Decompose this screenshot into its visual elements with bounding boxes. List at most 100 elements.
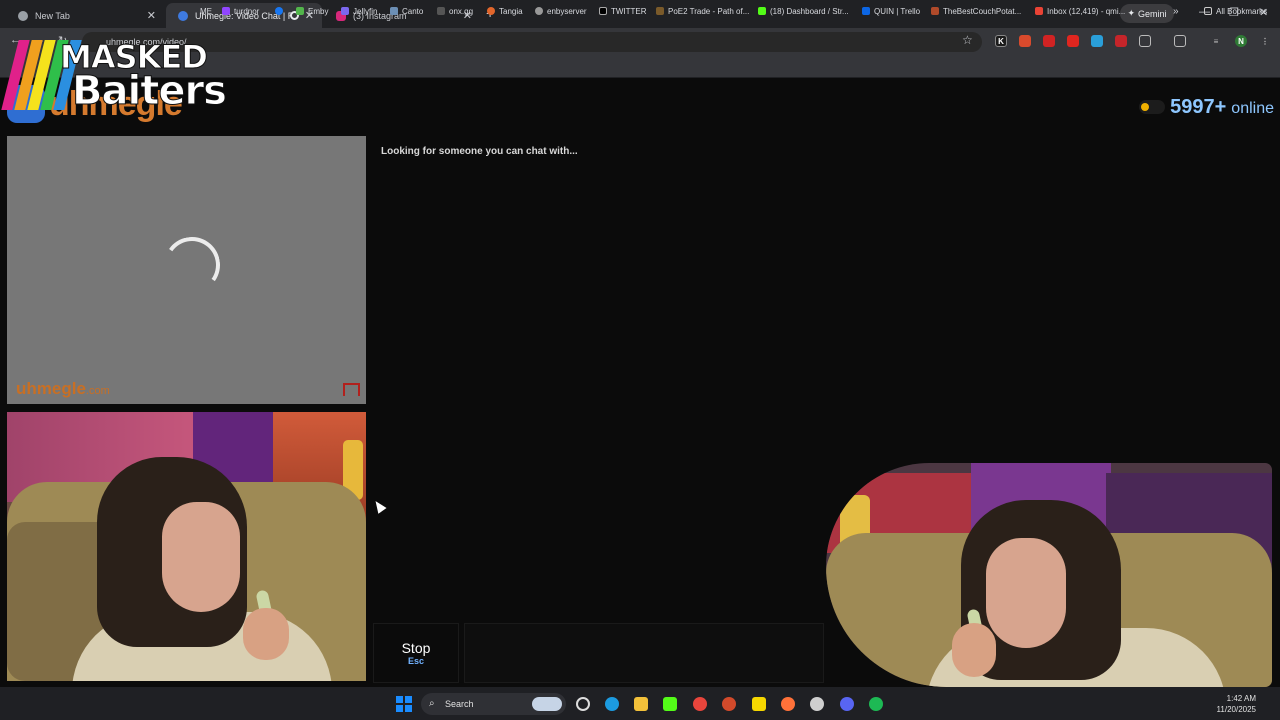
- search-placeholder: Search: [445, 699, 474, 709]
- folder-icon: [1204, 7, 1212, 15]
- sticky-notes-icon[interactable]: [752, 697, 766, 711]
- bookmark-jellyfin[interactable]: Jellyfin: [341, 5, 377, 17]
- search-icon: ⌕: [429, 698, 435, 709]
- watermark-main: uhmegle: [16, 379, 86, 398]
- bookmark-emby[interactable]: Emby: [296, 5, 328, 17]
- self-video: [7, 412, 366, 681]
- bookmark-onx[interactable]: onx.gg: [437, 5, 473, 17]
- chrome-icon[interactable]: [693, 697, 707, 711]
- bookmark-label: ME: [200, 6, 212, 16]
- bookmark-label: turdnor: [234, 6, 260, 16]
- puzzle-extensions-icon[interactable]: [1139, 35, 1151, 47]
- streamer-webcam-overlay: [826, 463, 1272, 687]
- stop-shortcut: Esc: [407, 656, 424, 666]
- loading-spinner-icon: [159, 232, 225, 298]
- logo-line2: Baiters: [72, 68, 228, 115]
- gemini-button[interactable]: ✦ Gemini: [1120, 4, 1174, 23]
- uhmegle-watermark: uhmegle.com: [16, 379, 110, 399]
- onx-icon: [437, 7, 445, 15]
- extension-icon[interactable]: [1019, 35, 1031, 47]
- firefox-icon[interactable]: [781, 697, 795, 711]
- bookmark-poe2-trade[interactable]: PoE2 Trade - Path of...: [656, 5, 749, 17]
- person-face: [162, 502, 240, 612]
- online-counter: 5997+ online: [1139, 96, 1274, 119]
- message-input[interactable]: [464, 623, 824, 683]
- system-clock[interactable]: 1:42 AM 11/20/2025: [1217, 693, 1256, 715]
- trello-icon: [862, 7, 870, 15]
- extension-icon[interactable]: [1091, 35, 1103, 47]
- bookmark-tangia[interactable]: Tangia: [487, 5, 523, 17]
- app-icon[interactable]: [722, 697, 736, 711]
- globe-icon: [535, 7, 543, 15]
- jellyfin-icon: [341, 7, 349, 15]
- bookmark-label: Inbox (12,419) - qmi...: [1047, 6, 1126, 16]
- bookmark-star-icon[interactable]: ☆: [962, 33, 973, 47]
- cast-icon[interactable]: [1174, 35, 1186, 47]
- stop-label: Stop: [401, 640, 431, 656]
- k-extension-icon[interactable]: K: [995, 35, 1007, 47]
- person-face: [986, 538, 1066, 648]
- clock-date: 11/20/2025: [1216, 705, 1256, 714]
- discord-icon[interactable]: [840, 697, 854, 711]
- gmail-icon: [1035, 7, 1043, 15]
- report-flag-icon[interactable]: [343, 383, 360, 396]
- x-icon: [599, 7, 607, 15]
- bookmark-label: (18) Dashboard / Str...: [770, 6, 849, 16]
- bookmark-dashboard[interactable]: (18) Dashboard / Str...: [758, 5, 849, 17]
- canto-icon: [390, 7, 398, 15]
- bookmark-label: All Bookmarks: [1216, 6, 1268, 16]
- taskview-icon[interactable]: [576, 697, 590, 711]
- stop-button[interactable]: Stop Esc: [373, 623, 459, 683]
- bookmark-facebook[interactable]: [275, 5, 287, 17]
- bookmark-turdnor[interactable]: turdnor: [222, 5, 259, 17]
- all-bookmarks[interactable]: All Bookmarks: [1204, 5, 1267, 17]
- bookmark-label: Tangia: [499, 6, 523, 16]
- bookmark-trello[interactable]: QUIN | Trello: [862, 5, 920, 17]
- more-bookmarks-icon[interactable]: »: [1173, 5, 1179, 17]
- file-explorer-icon[interactable]: [634, 697, 648, 711]
- bookmark-label: onx.gg: [449, 6, 474, 16]
- tab-new-tab[interactable]: New Tab ✕: [6, 3, 164, 28]
- profile-avatar[interactable]: N: [1235, 35, 1247, 47]
- bookmark-label: QUIN | Trello: [874, 6, 921, 16]
- windows-start-icon[interactable]: [396, 696, 412, 712]
- extension-icon[interactable]: [1043, 35, 1055, 47]
- watermark-suffix: .com: [85, 385, 110, 397]
- bookmark-me[interactable]: ME: [200, 5, 212, 17]
- extension-icon[interactable]: [1115, 35, 1127, 47]
- bookmark-enbyserver[interactable]: enbyserver: [535, 5, 587, 17]
- obs-icon[interactable]: [810, 697, 824, 711]
- youtube-icon[interactable]: [1067, 35, 1079, 47]
- chrome-icon: [18, 10, 28, 21]
- theme-toggle[interactable]: [1139, 100, 1166, 114]
- poe-icon: [656, 7, 664, 15]
- bookmark-gmail-inbox[interactable]: Inbox (12,419) - qmi...: [1035, 5, 1125, 17]
- uhmegle-page: uhmegle 5997+ online uhmegle.com Looking…: [0, 78, 1280, 687]
- person-hand: [243, 608, 289, 660]
- bookmark-label: Jellyfin: [353, 6, 378, 16]
- facebook-icon: [275, 7, 283, 15]
- couchpotato-icon: [931, 7, 939, 15]
- twitch-icon: [222, 7, 230, 15]
- bookmark-label: PoE2 Trade - Path of...: [668, 6, 750, 16]
- spotify-icon[interactable]: [869, 697, 883, 711]
- bookmark-couchpotato[interactable]: TheBestCouchPotat...: [931, 5, 1021, 17]
- bookmark-label: TheBestCouchPotat...: [943, 6, 1022, 16]
- sun-icon: [1141, 103, 1150, 111]
- online-count: 5997+: [1170, 96, 1227, 118]
- bookmark-twitter[interactable]: TWITTER: [599, 5, 647, 17]
- close-tab-icon[interactable]: ✕: [147, 9, 156, 22]
- bookmark-canto[interactable]: Canto: [390, 5, 423, 17]
- media-icon[interactable]: ≡: [1210, 35, 1222, 47]
- taskbar-search[interactable]: ⌕ Search: [421, 693, 566, 715]
- kick-icon[interactable]: [663, 697, 677, 711]
- online-label: online: [1231, 100, 1274, 117]
- status-message: Looking for someone you can chat with...: [381, 146, 578, 157]
- tangia-icon: [487, 7, 495, 15]
- menu-dots-icon[interactable]: ⋮: [1259, 35, 1271, 47]
- stranger-video: uhmegle.com: [7, 136, 366, 404]
- bookmark-label: enbyserver: [547, 6, 587, 16]
- bookmark-label: TWITTER: [611, 6, 647, 16]
- sparkle-icon: ✦: [1127, 8, 1136, 18]
- edge-icon[interactable]: [605, 697, 619, 711]
